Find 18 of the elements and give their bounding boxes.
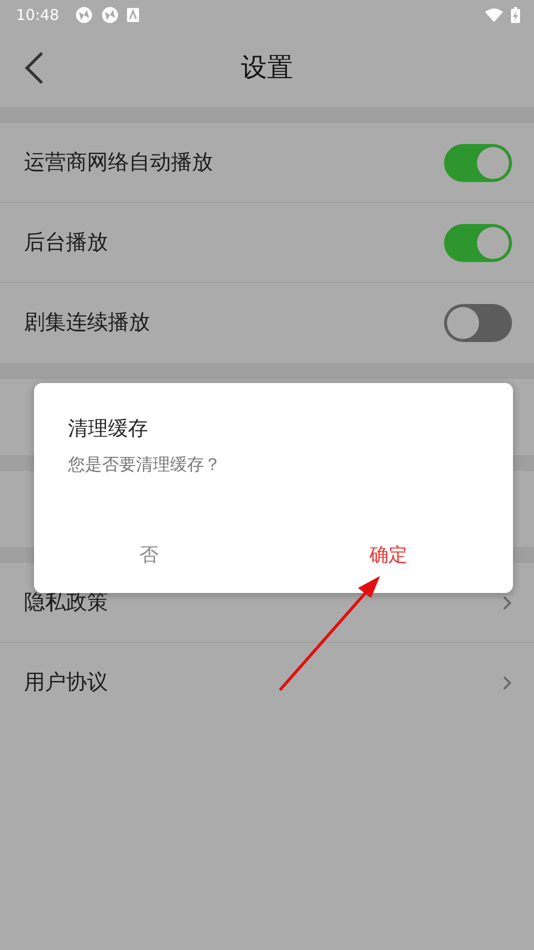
- toggle-switch[interactable]: [444, 304, 512, 342]
- app-icon: [75, 6, 94, 24]
- battery-icon: [511, 7, 520, 23]
- wifi-icon: [485, 8, 503, 22]
- dialog-message: 您是否要清理缓存？: [68, 454, 222, 477]
- clock-time: 10:48: [16, 4, 60, 26]
- dialog-title: 清理缓存: [68, 415, 149, 442]
- setting-label: 后台播放: [24, 228, 108, 256]
- notification-icon: [127, 8, 140, 22]
- chevron-icon: [503, 596, 512, 610]
- back-icon[interactable]: [24, 52, 44, 84]
- toggle-switch[interactable]: [444, 144, 512, 182]
- chevron-icon: [503, 676, 512, 690]
- toggle-switch[interactable]: [444, 224, 512, 262]
- setting-label: 运营商网络自动播放: [24, 148, 213, 176]
- page-title: 设置: [241, 52, 293, 85]
- setting-label: 剧集连续播放: [24, 309, 150, 336]
- app-icon: [101, 6, 120, 24]
